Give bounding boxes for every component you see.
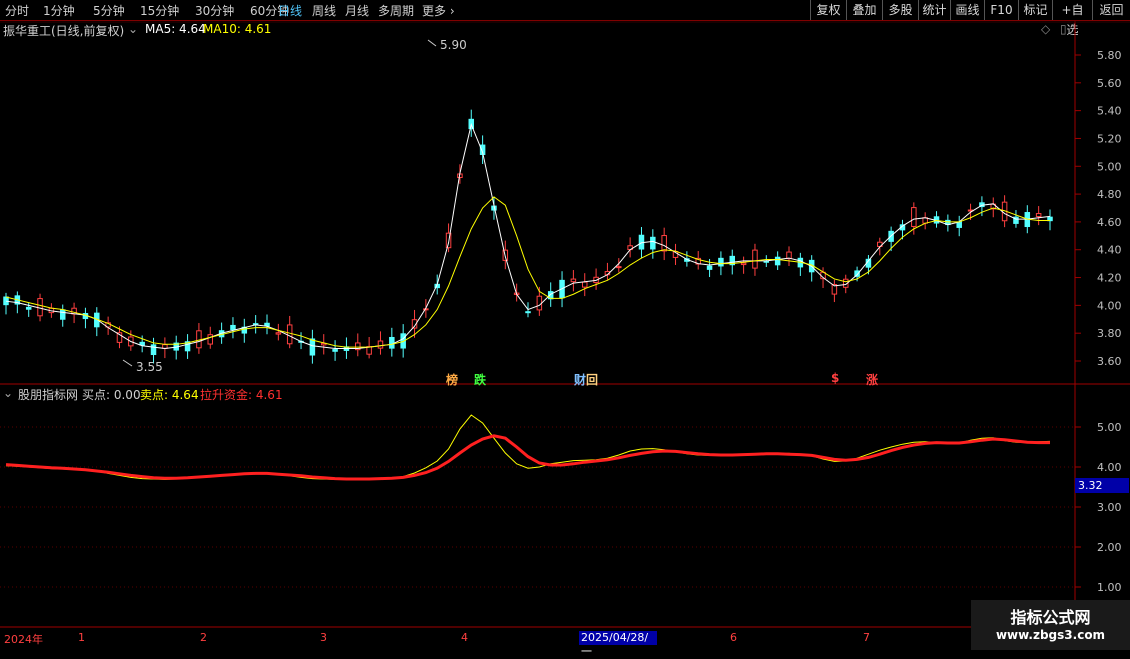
panel-toggle-icon[interactable]: ▯ [1060,22,1067,36]
indicator-name: 股朋指标网 [18,388,79,402]
candle-up [570,278,577,283]
price-tick-label: 5.80 [1097,49,1122,62]
price-tick-label: 5.20 [1097,132,1122,145]
high-price-label: 5.90 [440,38,467,52]
date-label-year: 2024年 [4,633,43,646]
candle-down [650,236,656,250]
indicator-tick-label: 4.00 [1097,461,1122,474]
buy-point-label: 买点: 0.00 [82,388,141,402]
watermark: 指标公式网 www.zbgs3.com [971,600,1130,650]
low-price-label: 3.55 [136,360,163,374]
event-tag-rise[interactable]: 涨 [866,371,878,388]
event-tag-list[interactable]: 榜 [446,371,458,388]
price-tick-label: 5.00 [1097,160,1122,173]
candle-up [581,281,588,288]
candle-down [309,338,316,356]
price-tick-label: 3.60 [1097,355,1122,368]
date-label-feb: 2 [200,631,207,644]
candle-up [661,235,667,252]
candle-up [752,249,758,269]
candle-up [275,332,282,335]
price-tick-label: 4.80 [1097,188,1122,201]
candle-up [616,266,622,269]
candle-down [774,256,781,266]
watermark-url: www.zbgs3.com [995,628,1106,642]
candle-down [706,265,713,270]
candle-down [389,336,395,349]
price-axis: 5.80 5.60 5.40 5.20 5.00 4.80 4.60 4.40 4.20 4.00… [1075,49,1122,368]
ma10-label: MA10: 4.61 [203,22,272,36]
sell-point-label: 卖点: 4.64 [140,388,199,402]
candle-up [37,298,43,317]
ma5-label: MA5: 4.64 [145,22,206,36]
indicator-settings-icon[interactable]: ⌄ [3,386,13,400]
candle-down [59,309,66,320]
candle-up [536,295,543,311]
candle-down [525,311,531,314]
candle-down [150,344,157,356]
indicator-cursor-value: 3.32 [1075,478,1129,493]
watermark-title: 指标公式网 [1010,608,1091,627]
candle-up [740,262,747,266]
high-marker-line [427,39,437,47]
indicator-tick-label: 5.00 [1097,421,1122,434]
indicator-tick-label: 2.00 [1097,541,1122,554]
price-tick-label: 5.60 [1097,77,1122,90]
candle-up [286,324,293,345]
candle-down [763,260,770,263]
price-tick-label: 4.00 [1097,299,1122,312]
candle-down [230,324,236,331]
cursor-date: 2025/04/28/一 [579,631,657,658]
kline-chart[interactable]: 5.80 5.60 5.40 5.20 5.00 4.80 4.60 4.40 4.20 4.00… [0,0,1130,650]
diamond-icon[interactable]: ◇ [1041,22,1050,36]
candle-up [377,340,384,349]
fund-label: 拉升资金: 4.61 [200,388,283,402]
low-marker-line [122,359,133,367]
price-tick-label: 4.60 [1097,216,1122,229]
event-tag-finance[interactable]: 财 [574,371,586,388]
event-tag-fall[interactable]: 跌 [474,371,486,388]
date-label-mar: 3 [320,631,327,644]
event-tag-dividend[interactable]: $ [831,371,839,385]
settings-circle-icon[interactable]: ⌄ [128,22,138,36]
event-tag-return[interactable]: 回 [586,371,598,388]
candle-down [718,257,724,267]
indicator-tick-label: 1.00 [1097,581,1122,594]
date-label-jul: 7 [863,631,870,644]
price-tick-label: 4.20 [1097,272,1122,285]
sell-point-line [5,414,1051,480]
price-tick-label: 3.80 [1097,327,1122,340]
candle-down [3,296,9,306]
candle-down [332,349,338,352]
candle-up [1035,213,1042,218]
date-label-jan: 1 [78,631,85,644]
price-tick-label: 5.40 [1097,105,1122,118]
candle-up [911,207,917,227]
candlesticks [3,109,1053,364]
candle-down [25,306,32,310]
date-label-jun: 6 [730,631,737,644]
indicator-tick-label: 3.00 [1097,501,1122,514]
fund-line [5,434,1050,481]
date-label-apr: 4 [461,631,468,644]
indicator-axis: 5.00 4.00 3.00 2.00 1.00 [1075,421,1122,594]
candle-up [207,334,214,345]
ma10-line [5,196,1050,348]
price-tick-label: 4.40 [1097,244,1122,257]
stock-title: 振华重工(日线,前复权) [3,24,125,38]
